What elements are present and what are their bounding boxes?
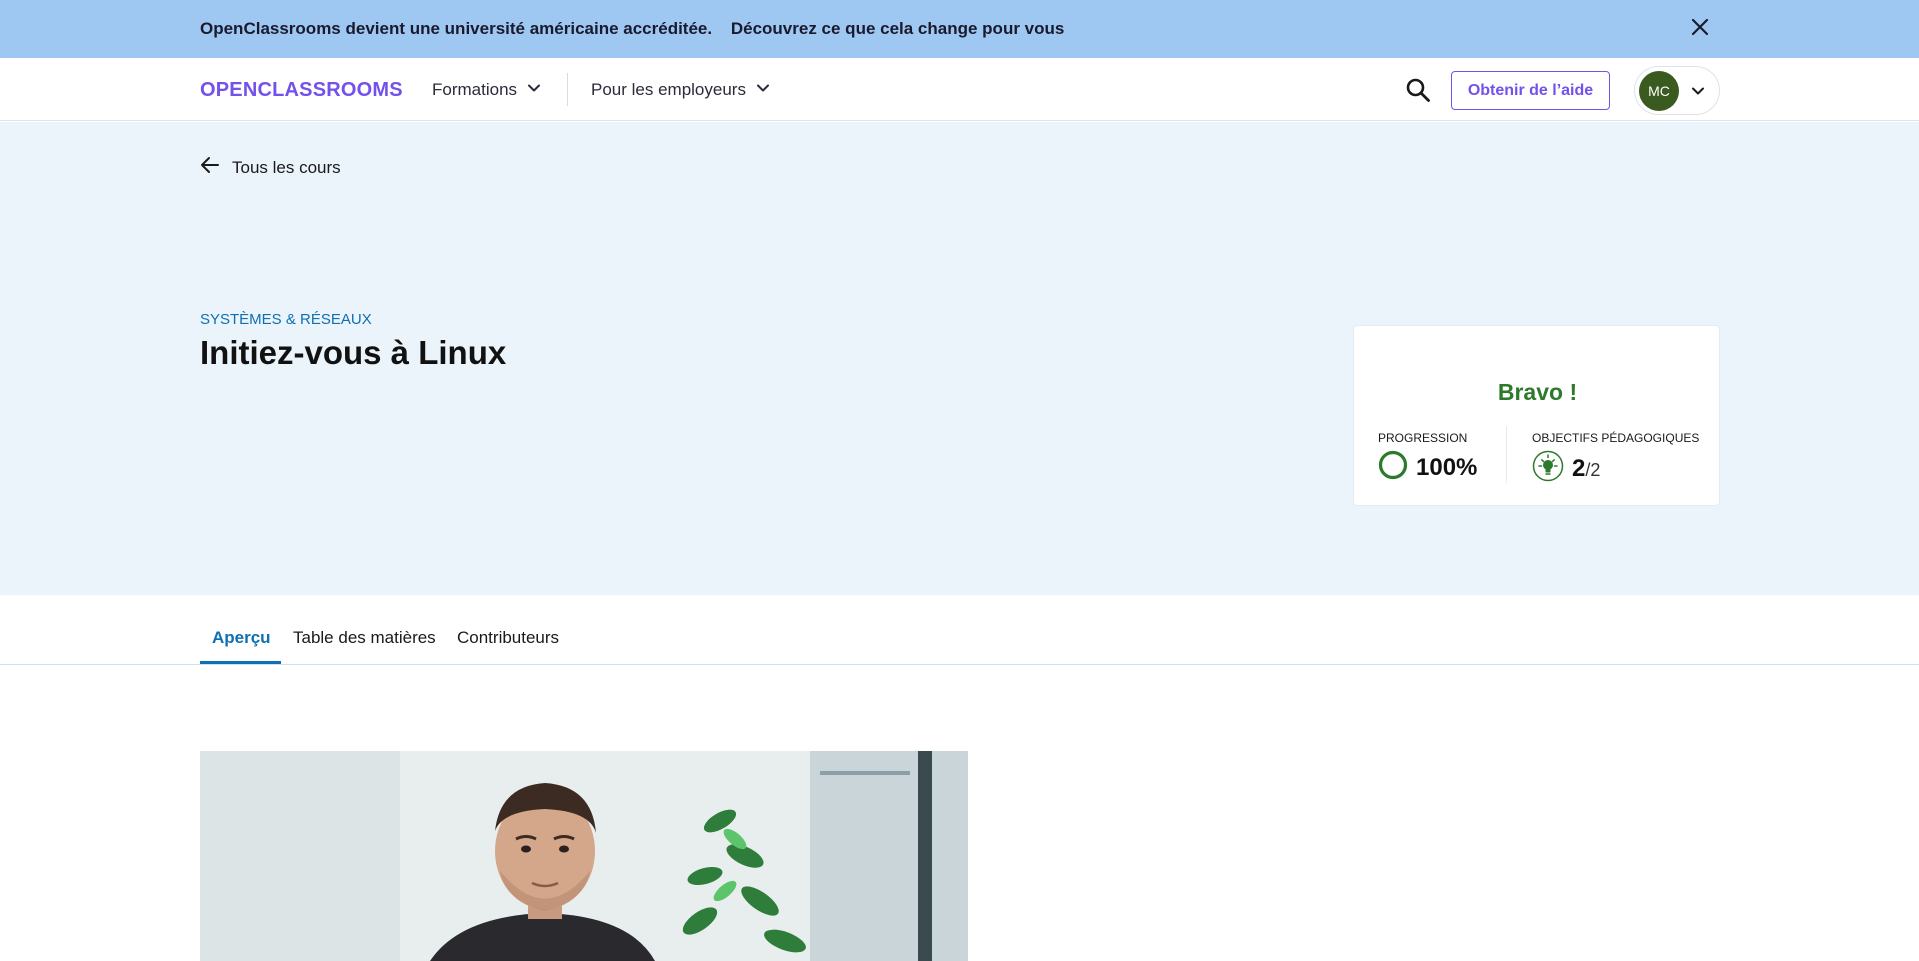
stat-divider [1506,426,1507,483]
active-tab-indicator [200,661,281,664]
tab-table-des-matieres[interactable]: Table des matières [293,628,436,648]
help-button[interactable]: Obtenir de l’aide [1451,71,1610,110]
objectives-label: OBJECTIFS PÉDAGOGIQUES [1532,431,1700,445]
banner-text: OpenClassrooms devient une université am… [200,19,713,38]
back-to-courses-link[interactable]: Tous les cours [200,156,341,179]
avatar: MC [1639,70,1679,111]
banner-link[interactable]: Découvrez ce que cela change pour vous [731,19,1065,38]
chevron-down-icon [527,80,541,100]
banner-message: OpenClassrooms devient une université am… [200,19,1064,39]
nav-divider [567,73,568,106]
nav-employeurs[interactable]: Pour les employeurs [591,80,770,100]
objectives-value: 2/2 [1572,455,1600,483]
completion-message: Bravo ! [1497,379,1578,405]
nav-formations[interactable]: Formations [432,80,541,100]
close-icon[interactable] [1687,14,1713,40]
search-icon[interactable] [1403,75,1433,105]
objectives-stat: OBJECTIFS PÉDAGOGIQUES 2/2 [1532,431,1699,487]
course-tabs: Aperçu Table des matières Contributeurs [0,595,1919,665]
course-category[interactable]: SYSTÈMES & RÉSEAUX [200,311,372,328]
page-title: Initiez-vous à Linux [200,334,507,371]
progression-stat: PROGRESSION 100% [1378,431,1477,485]
tab-apercu[interactable]: Aperçu [212,628,271,648]
announcement-banner: OpenClassrooms devient une université am… [0,0,1919,58]
progression-value: 100% [1416,453,1478,481]
nav-formations-label: Formations [432,80,518,99]
chevron-down-icon [756,80,770,100]
progress-card: Bravo ! PROGRESSION 100% OBJECTIFS PÉDAG… [1353,325,1720,506]
course-cover-image [200,751,968,961]
arrow-left-icon [200,156,220,179]
back-link-label: Tous les cours [232,157,341,177]
site-header: OPENCLASSROOMS Formations Pour les emplo… [0,58,1919,121]
tab-contributeurs[interactable]: Contributeurs [457,628,559,648]
nav-employeurs-label: Pour les employeurs [591,80,746,99]
lightbulb-icon [1532,450,1564,487]
logo[interactable]: OPENCLASSROOMS [200,79,403,102]
chevron-down-icon [1691,84,1705,98]
course-hero: Tous les cours SYSTÈMES & RÉSEAUX Initie… [0,122,1919,595]
progression-label: PROGRESSION [1378,431,1468,445]
progress-ring-icon [1378,450,1408,485]
account-menu[interactable]: MC [1634,66,1720,115]
objectives-done: 2 [1572,454,1586,482]
objectives-total: /2 [1585,459,1601,480]
